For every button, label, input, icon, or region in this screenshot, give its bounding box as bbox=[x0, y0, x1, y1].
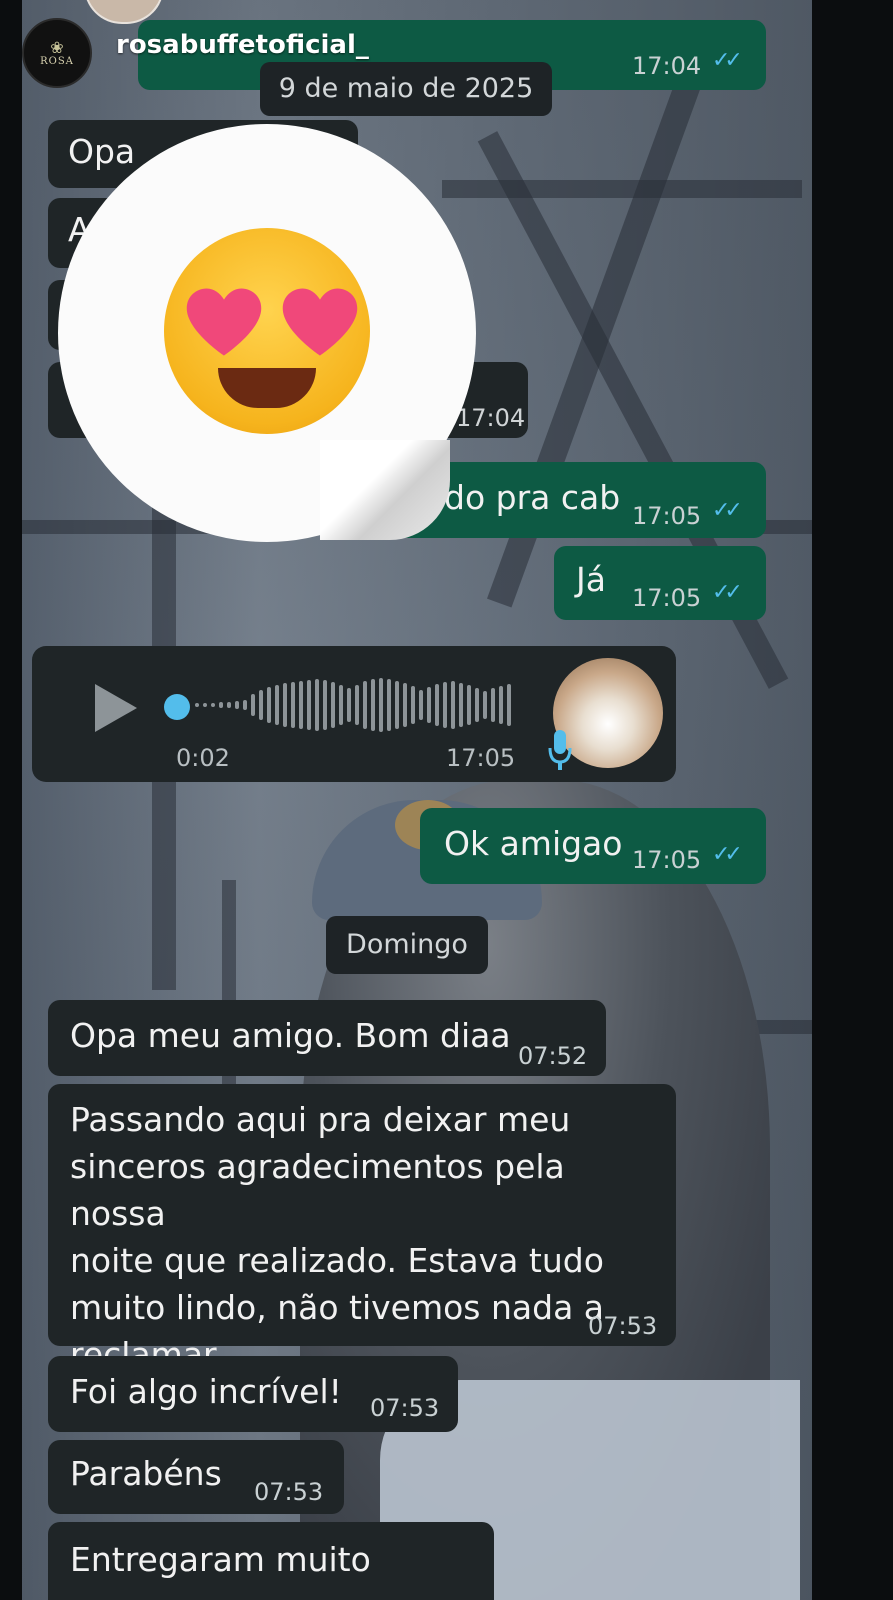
waveform-bar bbox=[379, 678, 383, 732]
heart-icon bbox=[186, 288, 262, 356]
waveform-bar bbox=[419, 690, 423, 720]
waveform-bar bbox=[435, 684, 439, 726]
date-separator: 9 de maio de 2025 bbox=[260, 62, 552, 116]
bg-beam bbox=[442, 180, 802, 198]
waveform-bar bbox=[403, 683, 407, 727]
waveform-bar bbox=[363, 681, 367, 729]
read-ticks-icon: ✓✓ bbox=[712, 498, 743, 523]
playback-scrubber[interactable] bbox=[164, 694, 190, 720]
date-separator: Domingo bbox=[326, 916, 488, 974]
waveform-bar bbox=[371, 679, 375, 731]
waveform-bar bbox=[347, 688, 351, 722]
waveform-bar bbox=[491, 688, 495, 722]
message-text: Foi algo incrível! bbox=[70, 1372, 342, 1411]
waveform-bar bbox=[451, 681, 455, 729]
message-time: 07:53 bbox=[254, 1478, 324, 1506]
waveform-bar bbox=[275, 685, 279, 725]
waveform-bar bbox=[443, 682, 447, 728]
waveform-bar bbox=[339, 685, 343, 725]
waveform-bar bbox=[499, 686, 503, 724]
message-line: noite que realizado. Estava tudo bbox=[70, 1241, 604, 1280]
message-text: Parabéns bbox=[70, 1454, 222, 1493]
message-text: Ok amigao bbox=[444, 824, 623, 863]
message-bubble-in[interactable]: Entregaram muito bbox=[48, 1522, 494, 1600]
message-time: 17:04 bbox=[456, 404, 526, 432]
message-line: Passando aqui pra deixar meu bbox=[70, 1100, 571, 1139]
waveform-bar bbox=[411, 686, 415, 724]
message-line: sinceros agradecimentos pela nossa bbox=[70, 1147, 565, 1233]
microphone-icon bbox=[548, 730, 572, 770]
waveform-bar bbox=[243, 700, 247, 710]
message-text: Já bbox=[576, 560, 606, 599]
waveform-bar bbox=[267, 687, 271, 723]
message-time: 17:05 bbox=[632, 846, 702, 874]
waveform-bar bbox=[291, 682, 295, 728]
waveform-bar bbox=[459, 683, 463, 727]
message-time: 17:05 bbox=[632, 584, 702, 612]
waveform-bar bbox=[475, 688, 479, 722]
avatar-brand: ROSA bbox=[40, 55, 74, 67]
waveform-bar bbox=[195, 703, 199, 707]
message-time: 07:53 bbox=[370, 1394, 440, 1422]
message-text: Opa meu amigo. Bom diaa bbox=[70, 1016, 511, 1055]
waveform-bar bbox=[331, 682, 335, 728]
waveform-bar bbox=[259, 690, 263, 720]
read-ticks-icon: ✓✓ bbox=[712, 842, 743, 867]
waveform-bar bbox=[507, 684, 511, 726]
message-text: Opa bbox=[68, 132, 136, 171]
play-icon[interactable] bbox=[95, 684, 137, 732]
avatar[interactable]: ❀ ROSA bbox=[22, 18, 92, 88]
waveform-bar bbox=[235, 701, 239, 709]
waveform-bar bbox=[283, 683, 287, 727]
message-time: 07:52 bbox=[518, 1042, 588, 1070]
waveform-bar bbox=[227, 702, 231, 708]
waveform-bar bbox=[483, 691, 487, 719]
message-time: 17:05 bbox=[632, 502, 702, 530]
message-time: 17:05 bbox=[446, 744, 516, 772]
waveform-bar bbox=[315, 679, 319, 731]
waveform-bar bbox=[211, 703, 215, 707]
rose-icon: ❀ bbox=[50, 37, 64, 57]
waveform-bar bbox=[427, 687, 431, 723]
message-line: muito lindo, não tivemos nada a bbox=[70, 1288, 605, 1327]
message-text: Entregaram muito bbox=[70, 1540, 371, 1579]
read-ticks-icon: ✓✓ bbox=[712, 580, 743, 605]
heart-icon bbox=[282, 288, 358, 356]
story-thumbnail[interactable] bbox=[84, 0, 164, 24]
waveform-bar bbox=[467, 685, 471, 725]
waveform bbox=[195, 678, 511, 732]
waveform-bar bbox=[355, 685, 359, 725]
waveform-bar bbox=[307, 680, 311, 730]
waveform-bar bbox=[219, 702, 223, 708]
waveform-bar bbox=[299, 681, 303, 729]
username[interactable]: rosabuffetoficial_ bbox=[116, 30, 369, 60]
waveform-bar bbox=[323, 680, 327, 730]
waveform-bar bbox=[251, 694, 255, 716]
message-bubble-in[interactable]: Passando aqui pra deixar meu sinceros ag… bbox=[48, 1084, 676, 1374]
waveform-bar bbox=[387, 679, 391, 731]
waveform-bar bbox=[395, 681, 399, 729]
waveform-bar bbox=[203, 703, 207, 707]
message-time: 07:53 bbox=[588, 1312, 658, 1340]
voice-duration: 0:02 bbox=[176, 744, 230, 772]
message-text: do pra cab bbox=[444, 478, 621, 517]
